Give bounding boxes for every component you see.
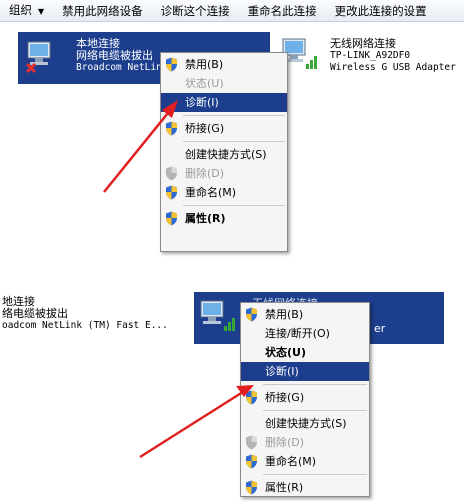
network-adapter-icon [25, 41, 51, 74]
menu-item-label: 删除(D) [265, 436, 305, 449]
menu-item-create-shortcut[interactable]: 创建快捷方式(S) [161, 145, 287, 164]
menu-item-label: 属性(R) [185, 212, 226, 225]
device-name: oadcom NetLink (TM) Fast E... [2, 320, 168, 331]
menu-separator [263, 384, 367, 385]
uac-shield-icon [246, 390, 257, 405]
uac-shield-icon [166, 185, 177, 200]
menu-item-label: 连接/断开(O) [265, 327, 330, 340]
context-menu: 禁用(B) 连接/断开(O) 状态(U) 诊断(I) 桥接(G) 创建快捷方式(… [240, 302, 370, 497]
uac-shield-icon [246, 307, 257, 322]
menu-item-delete[interactable]: 删除(D) [161, 164, 287, 183]
organize-label: 组织 [9, 2, 32, 17]
device-name: Wireless G USB Adapter [330, 62, 456, 73]
change-settings-button[interactable]: 更改此连接的设置 [326, 0, 436, 22]
menu-item-label: 诊断(I) [265, 365, 299, 378]
menu-item-status[interactable]: 状态(U) [241, 343, 369, 362]
uac-shield-icon [166, 211, 177, 226]
bottom-network-panel: 地连接 络电缆被拔出 oadcom NetLink (TM) Fast E...… [0, 282, 464, 504]
menu-item-label: 创建快捷方式(S) [265, 417, 347, 430]
menu-item-label: 禁用(B) [265, 308, 304, 321]
menu-item-label: 重命名(M) [185, 186, 237, 199]
menu-item-rename[interactable]: 重命名(M) [241, 452, 369, 471]
menu-item-label: 状态(U) [265, 346, 306, 359]
dropdown-arrow-icon: ▼ [38, 6, 45, 16]
ssid-label: TP-LINK_A92DF0 [330, 50, 411, 61]
uac-shield-icon [166, 57, 177, 72]
local-connection-text: 地连接 络电缆被拔出 oadcom NetLink (TM) Fast E... [2, 296, 168, 332]
menu-item-disable[interactable]: 禁用(B) [241, 305, 369, 324]
context-menu: 禁用(B) 状态(U) 诊断(I) 桥接(G) 创建快捷方式(S) 删除(D) … [160, 52, 288, 252]
menu-item-label: 桥接(G) [265, 391, 305, 404]
menu-item-label: 删除(D) [185, 167, 225, 180]
uac-shield-icon [166, 121, 177, 136]
uac-shield-icon [246, 480, 257, 495]
menu-item-label: 属性(R) [265, 481, 304, 494]
uac-shield-icon [246, 454, 257, 469]
menu-item-bridge[interactable]: 桥接(G) [161, 119, 287, 138]
menu-item-disable[interactable]: 禁用(B) [161, 55, 287, 74]
menu-item-properties[interactable]: 属性(R) [161, 209, 287, 228]
top-network-panel: 本地连接 网络电缆被拔出 Broadcom NetLink 无线网络连接 TP-… [0, 22, 464, 263]
diagnose-connection-button[interactable]: 诊断这个连接 [152, 0, 239, 22]
menu-item-diagnose[interactable]: 诊断(I) [241, 362, 369, 381]
device-name-tail: er [374, 322, 386, 335]
uac-shield-icon [166, 166, 177, 181]
menu-separator [263, 474, 367, 475]
menu-item-connect-disconnect[interactable]: 连接/断开(O) [241, 324, 369, 343]
menu-item-delete[interactable]: 删除(D) [241, 433, 369, 452]
command-bar: 组织 ▼ 禁用此网络设备 诊断这个连接 重命名此连接 更改此连接的设置 [0, 0, 464, 22]
menu-separator [183, 141, 285, 142]
uac-shield-icon [246, 435, 257, 450]
wireless-connection-item[interactable]: 无线网络连接 TP-LINK_A92DF0 Wireless G USB Ada… [276, 32, 464, 84]
menu-separator [183, 115, 285, 116]
menu-item-label: 重命名(M) [265, 455, 317, 468]
menu-separator [263, 410, 367, 411]
menu-item-label: 状态(U) [185, 77, 224, 90]
menu-separator [183, 205, 285, 206]
connection-status: 络电缆被拔出 [2, 307, 68, 320]
organize-menu[interactable]: 组织 ▼ [0, 0, 53, 23]
menu-item-properties[interactable]: 属性(R) [241, 478, 369, 497]
menu-item-status[interactable]: 状态(U) [161, 74, 287, 93]
menu-item-create-shortcut[interactable]: 创建快捷方式(S) [241, 414, 369, 433]
local-connection-item[interactable]: 地连接 络电缆被拔出 oadcom NetLink (TM) Fast E... [0, 296, 190, 340]
menu-item-label: 禁用(B) [185, 58, 224, 71]
menu-item-rename[interactable]: 重命名(M) [161, 183, 287, 202]
menu-item-diagnose[interactable]: 诊断(I) [161, 93, 287, 112]
wireless-adapter-icon [200, 300, 235, 331]
menu-item-bridge[interactable]: 桥接(G) [241, 388, 369, 407]
wireless-connection-text: 无线网络连接 TP-LINK_A92DF0 Wireless G USB Ada… [330, 38, 456, 74]
connection-status: 网络电缆被拔出 [76, 49, 153, 62]
local-connection-text: 本地连接 网络电缆被拔出 Broadcom NetLink [76, 38, 168, 74]
device-name: Broadcom NetLink [76, 62, 168, 73]
disable-device-button[interactable]: 禁用此网络设备 [53, 0, 152, 22]
connection-name: 无线网络连接 [330, 37, 396, 50]
menu-item-label: 桥接(G) [185, 122, 225, 135]
rename-connection-button[interactable]: 重命名此连接 [239, 0, 326, 22]
menu-item-label: 诊断(I) [185, 96, 219, 109]
menu-item-label: 创建快捷方式(S) [185, 148, 267, 161]
